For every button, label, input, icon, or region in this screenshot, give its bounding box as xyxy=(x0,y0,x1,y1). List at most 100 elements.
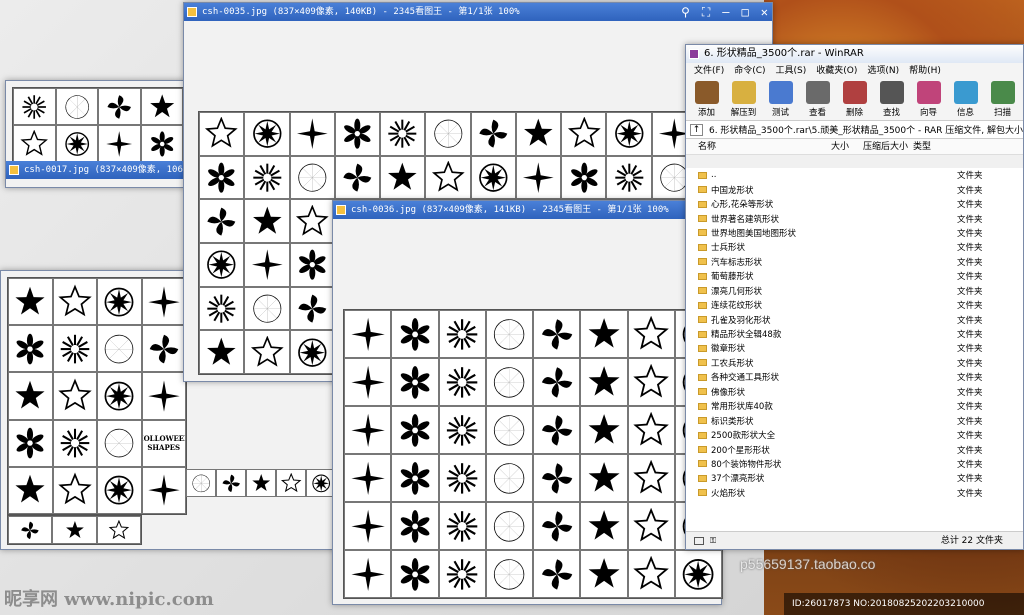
menu-item[interactable]: 选项(N) xyxy=(867,63,899,79)
pin-icon[interactable]: ⚲ xyxy=(681,3,690,21)
file-row[interactable]: 标识类形状 文件夹 xyxy=(686,413,1023,427)
menu-item[interactable]: 工具(S) xyxy=(776,63,807,79)
folder-icon xyxy=(698,489,707,497)
file-row[interactable]: 佛像形状 文件夹 xyxy=(686,385,1023,399)
col-size[interactable]: 大小 xyxy=(831,139,863,154)
tool-label: 信息 xyxy=(956,108,974,118)
address-bar[interactable]: ↑ 6. 形状精品_3500个.rar\5.顽美_形状精品_3500个 - RA… xyxy=(686,121,1023,139)
file-row[interactable]: 2500款形状大全 文件夹 xyxy=(686,428,1023,442)
file-row[interactable]: 士兵形状 文件夹 xyxy=(686,240,1023,254)
shape-thumbnail xyxy=(606,155,652,200)
shape-thumbnail xyxy=(380,155,426,200)
file-row[interactable]: 常用形状库40款 文件夹 xyxy=(686,399,1023,413)
shape-thumbnail xyxy=(244,330,290,374)
taobao-overlay: p55659137.taobao.co xyxy=(740,556,876,572)
figure-silhouette xyxy=(8,516,53,544)
viewer-window-0017[interactable]: csh-0017.jpg (837×409像素, 106KB) - 2345 xyxy=(5,80,185,188)
file-row[interactable]: 各种交通工具形状 文件夹 xyxy=(686,370,1023,384)
speech-bubble-shape xyxy=(13,125,56,162)
toolbar-button[interactable]: 解压到 xyxy=(727,81,760,118)
file-row[interactable]: 37个漂亮形状 文件夹 xyxy=(686,471,1023,485)
speech-bubble-shape xyxy=(55,88,98,125)
file-row[interactable]: 世界著名建筑形状 文件夹 xyxy=(686,211,1023,225)
col-name[interactable]: 名称 xyxy=(686,139,831,154)
maximize-button[interactable]: □ xyxy=(742,3,749,21)
file-type: 文件夹 xyxy=(957,315,983,326)
shape-thumbnail xyxy=(425,155,471,200)
silhouette-shape xyxy=(246,469,276,497)
app-icon xyxy=(336,205,346,215)
file-name: 火焰形状 xyxy=(711,488,746,499)
file-name: 标识类形状 xyxy=(711,416,754,427)
toolbar-button[interactable]: 扫描 xyxy=(986,81,1019,118)
shape-thumbnail xyxy=(391,454,439,502)
file-row[interactable]: 中国龙形状 文件夹 xyxy=(686,182,1023,196)
shape-thumbnail xyxy=(580,310,628,358)
shape-thumbnail xyxy=(606,112,652,156)
toolbar-button[interactable]: 向导 xyxy=(912,81,945,118)
toolbar-button[interactable]: 信息 xyxy=(949,81,982,118)
toolbar-button[interactable]: 删除 xyxy=(838,81,871,118)
fullscreen-icon[interactable]: ⛶ xyxy=(702,3,710,21)
file-row[interactable]: 孔雀及羽化形状 文件夹 xyxy=(686,312,1023,326)
speech-bubble-shape xyxy=(98,88,141,125)
file-row[interactable]: .. 文件夹 xyxy=(686,168,1023,182)
shape-thumbnail xyxy=(438,502,486,550)
menu-item[interactable]: 命令(C) xyxy=(734,63,765,79)
viewer-window-0036[interactable]: csh-0036.jpg (837×409像素, 141KB) - 2345看图… xyxy=(332,200,723,605)
window-title-bar[interactable]: csh-0036.jpg (837×409像素, 141KB) - 2345看图… xyxy=(333,201,721,219)
file-row[interactable]: 火焰形状 文件夹 xyxy=(686,486,1023,500)
star-shape xyxy=(97,325,142,373)
col-packed[interactable]: 压缩后大小 xyxy=(863,139,913,154)
file-row[interactable]: 80个装饰物件形状 文件夹 xyxy=(686,457,1023,471)
file-type: 文件夹 xyxy=(957,301,983,312)
star-shape xyxy=(97,419,142,467)
window-title-bar[interactable]: csh-0017.jpg (837×409像素, 106KB) - 2345 xyxy=(6,161,184,179)
toolbar-button[interactable]: 添加 xyxy=(690,81,723,118)
winrar-title-bar[interactable]: 6. 形状精品_3500个.rar - WinRAR xyxy=(686,45,1023,63)
file-row[interactable]: 漂亮几何形状 文件夹 xyxy=(686,284,1023,298)
minimize-button[interactable]: – xyxy=(722,3,729,21)
file-row[interactable]: 徽章形状 文件夹 xyxy=(686,341,1023,355)
toolbar-button[interactable]: 查看 xyxy=(801,81,834,118)
file-name: 200个星形形状 xyxy=(711,445,770,456)
file-type: 文件夹 xyxy=(957,214,983,225)
menu-item[interactable]: 收藏夹(O) xyxy=(816,63,857,79)
file-name: 孔雀及羽化形状 xyxy=(711,315,771,326)
tool-icon xyxy=(805,81,830,104)
folder-icon xyxy=(698,446,707,454)
file-type: 文件夹 xyxy=(957,286,983,297)
star-shape xyxy=(8,325,53,373)
star-shape xyxy=(141,278,186,326)
folder-icon xyxy=(698,186,707,194)
shape-thumbnail xyxy=(485,310,533,358)
shape-thumbnail xyxy=(674,550,722,598)
folder-icon xyxy=(698,200,707,208)
file-type: 文件夹 xyxy=(957,257,983,268)
up-folder-button[interactable]: ↑ xyxy=(690,123,703,136)
window-title-bar[interactable]: csh-0035.jpg (837×409像素, 140KB) - 2345看图… xyxy=(184,3,772,21)
folder-icon xyxy=(698,258,707,266)
menu-item[interactable]: 文件(F) xyxy=(694,63,724,79)
folder-icon xyxy=(698,460,707,468)
file-row[interactable]: 精品形状全辑48款 文件夹 xyxy=(686,327,1023,341)
close-button[interactable]: ✕ xyxy=(761,3,768,21)
file-row[interactable]: 心形,花朵等形状 文件夹 xyxy=(686,197,1023,211)
shape-thumbnail xyxy=(334,155,381,200)
file-row[interactable]: 葡萄藤形状 文件夹 xyxy=(686,269,1023,283)
folder-icon xyxy=(698,373,707,381)
toolbar-button[interactable]: 查找 xyxy=(875,81,908,118)
col-type[interactable]: 类型 xyxy=(913,139,953,154)
menu-item[interactable]: 帮助(H) xyxy=(909,63,941,79)
file-row[interactable]: 工农兵形状 文件夹 xyxy=(686,356,1023,370)
speech-bubble-shape xyxy=(98,125,141,162)
file-row[interactable]: 200个星形形状 文件夹 xyxy=(686,442,1023,456)
file-row[interactable]: 连续花纹形状 文件夹 xyxy=(686,298,1023,312)
winrar-window[interactable]: 6. 形状精品_3500个.rar - WinRAR 文件(F) 命令(C) 工具(… xyxy=(685,44,1024,550)
file-row[interactable]: 世界地图美国地图形状 文件夹 xyxy=(686,226,1023,240)
shape-thumbnail xyxy=(627,454,675,502)
file-type: 文件夹 xyxy=(957,474,983,485)
file-row[interactable]: 汽车标志形状 文件夹 xyxy=(686,255,1023,269)
tool-icon xyxy=(879,81,904,104)
toolbar-button[interactable]: 测试 xyxy=(764,81,797,118)
